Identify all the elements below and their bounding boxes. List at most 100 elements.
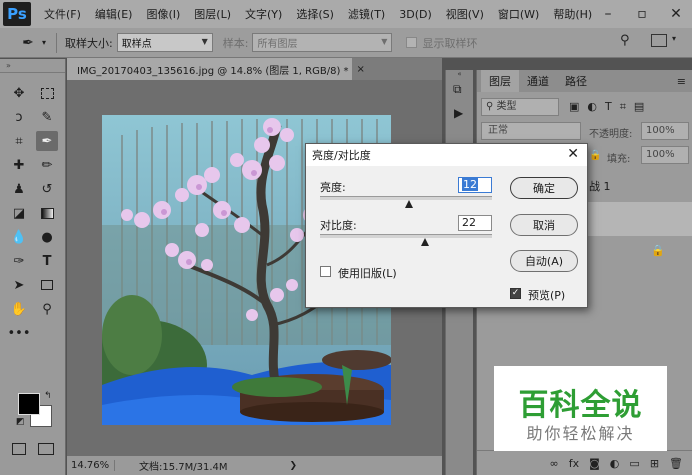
sample-size-select[interactable]: 取样点 ▼	[116, 33, 213, 52]
marquee-tool-icon[interactable]	[36, 83, 58, 103]
use-legacy-label: 使用旧版(L)	[338, 267, 397, 280]
menu-type[interactable]: 文字(Y)	[238, 6, 289, 22]
blend-mode-select[interactable]: 正常	[481, 122, 581, 140]
menu-file[interactable]: 文件(F)	[37, 6, 88, 22]
gradient-tool-icon[interactable]	[36, 203, 58, 223]
layer-filter-value: 类型	[496, 101, 517, 112]
contrast-slider-track[interactable]	[320, 234, 492, 238]
search-icon[interactable]: ⚲	[620, 33, 630, 48]
layer-style-icon[interactable]: fx	[569, 457, 579, 470]
document-info: 文档:15.7M/31.4M	[139, 462, 228, 473]
dodge-tool-icon[interactable]: ●	[36, 227, 58, 247]
hand-tool-icon[interactable]: ✋	[8, 299, 30, 319]
contrast-label: 对比度:	[320, 219, 357, 232]
layer-filter-select[interactable]: ⚲ 类型	[481, 98, 559, 116]
sample-select[interactable]: 所有图层 ▼	[252, 33, 393, 52]
type-tool-icon[interactable]: T	[36, 251, 58, 271]
panel-menu-icon[interactable]: ≡	[677, 75, 686, 92]
preset-dropdown-arrow-icon[interactable]: ▾	[42, 38, 46, 47]
lasso-tool-icon[interactable]: ↄ	[8, 107, 30, 127]
fill-field[interactable]: 100%	[641, 146, 689, 164]
blur-tool-icon[interactable]: 💧	[8, 227, 30, 247]
history-panel-icon[interactable]: ⧉	[453, 82, 462, 97]
zoom-level[interactable]: 14.76%	[67, 460, 115, 471]
fill-label: 填充:	[607, 154, 631, 165]
brightness-field[interactable]: 12	[458, 177, 492, 193]
default-colors-icon[interactable]: ◩	[16, 417, 25, 427]
menu-window[interactable]: 窗口(W)	[491, 6, 546, 22]
workspace-dropdown-icon[interactable]: ▾	[672, 34, 676, 43]
menu-3d[interactable]: 3D(D)	[392, 8, 439, 21]
opacity-field[interactable]: 100%	[641, 122, 689, 140]
close-tab-icon[interactable]: ×	[357, 64, 365, 75]
close-icon[interactable]: ✕	[567, 146, 579, 162]
eraser-tool-icon[interactable]: ◪	[8, 203, 30, 223]
brush-tool-icon[interactable]: ✏	[36, 155, 58, 175]
actions-panel-icon[interactable]: ▶	[454, 106, 463, 120]
path-selection-tool-icon[interactable]: ➤	[8, 275, 30, 295]
healing-brush-tool-icon[interactable]: ✚	[8, 155, 30, 175]
menu-filter[interactable]: 滤镜(T)	[341, 6, 392, 22]
tab-paths[interactable]: 路径	[557, 70, 595, 92]
tab-layers[interactable]: 图层	[481, 70, 519, 92]
workspace-icon[interactable]	[651, 34, 667, 47]
pen-tool-icon[interactable]: ✑	[8, 251, 30, 271]
contrast-slider-handle[interactable]	[420, 238, 429, 246]
maximize-icon[interactable]: ▫	[626, 0, 658, 28]
layer-filter-icons[interactable]: ▣◐T⌗▤	[569, 100, 652, 114]
tab-channels[interactable]: 通道	[519, 70, 557, 92]
status-menu-arrow-icon[interactable]: ❯	[290, 461, 298, 471]
foreground-color-swatch[interactable]	[18, 393, 40, 415]
close-window-icon[interactable]: ✕	[660, 0, 692, 28]
panel-collapse-icon[interactable]: »	[0, 59, 65, 73]
quick-mask-icon[interactable]	[12, 443, 26, 455]
adjustment-layer-icon[interactable]: ◐	[610, 457, 620, 470]
move-tool-icon[interactable]: ✥	[8, 83, 30, 103]
use-legacy-checkbox[interactable]	[320, 266, 331, 277]
new-layer-icon[interactable]: ⊞	[650, 457, 659, 470]
contrast-value: 22	[462, 216, 476, 229]
quick-select-tool-icon[interactable]: ✎	[36, 107, 58, 127]
screen-mode-icon[interactable]	[38, 443, 54, 455]
menu-layer[interactable]: 图层(L)	[187, 6, 238, 22]
history-brush-tool-icon[interactable]: ↺	[36, 179, 58, 199]
watermark-logo: 百科全说 助你轻松解决	[494, 366, 667, 451]
opacity-value: 100%	[646, 125, 675, 136]
cancel-button[interactable]: 取消	[510, 214, 578, 236]
brightness-slider-handle[interactable]	[405, 200, 414, 208]
link-layers-icon[interactable]: ∞	[550, 457, 559, 470]
menu-view[interactable]: 视图(V)	[439, 6, 491, 22]
ok-button[interactable]: 确定	[510, 177, 578, 199]
dialog-title-bar: 亮度/对比度 ✕	[306, 144, 587, 166]
menu-image[interactable]: 图像(I)	[139, 6, 187, 22]
show-sampling-ring-checkbox[interactable]	[406, 37, 418, 48]
group-icon[interactable]: ▭	[629, 457, 639, 470]
layer-mask-icon[interactable]: ◙	[589, 457, 600, 470]
clone-stamp-tool-icon[interactable]: ♟	[8, 179, 30, 199]
divider	[56, 32, 58, 53]
layer-name: 战 1	[589, 180, 611, 193]
panel-collapse-icon[interactable]: «	[446, 70, 473, 80]
eyedropper-preset-icon[interactable]: ✒	[14, 32, 42, 54]
document-tab[interactable]: IMG_20170403_135616.jpg @ 14.8% (图层 1, R…	[67, 58, 365, 80]
eyedropper-tool-icon[interactable]: ✒	[36, 131, 58, 151]
menu-edit[interactable]: 编辑(E)	[88, 6, 140, 22]
layer-lock-icon: 🔒	[651, 244, 665, 257]
preview-checkbox[interactable]: ✓	[510, 288, 521, 299]
delete-layer-icon[interactable]: 🗑	[669, 457, 683, 470]
contrast-field[interactable]: 22	[458, 215, 492, 231]
menu-bar: Ps 文件(F) 编辑(E) 图像(I) 图层(L) 文字(Y) 选择(S) 滤…	[0, 0, 692, 28]
document-tab-title: IMG_20170403_135616.jpg @ 14.8% (图层 1, R…	[77, 65, 349, 77]
photoshop-logo: Ps	[3, 2, 31, 26]
menu-select[interactable]: 选择(S)	[289, 6, 341, 22]
swap-colors-icon[interactable]: ↰	[44, 391, 52, 401]
crop-tool-icon[interactable]: ⌗	[8, 131, 30, 151]
lock-icon[interactable]: 🔒	[589, 150, 601, 161]
minimize-icon[interactable]: –	[592, 0, 624, 28]
zoom-tool-icon[interactable]: ⚲	[36, 299, 58, 319]
more-tools-icon[interactable]: •••	[8, 323, 31, 343]
sample-size-value: 取样点	[121, 39, 152, 50]
rectangle-tool-icon[interactable]	[36, 275, 58, 295]
panel-tab-bar: 图层 通道 路径 ≡	[477, 70, 692, 92]
auto-button[interactable]: 自动(A)	[510, 250, 578, 272]
